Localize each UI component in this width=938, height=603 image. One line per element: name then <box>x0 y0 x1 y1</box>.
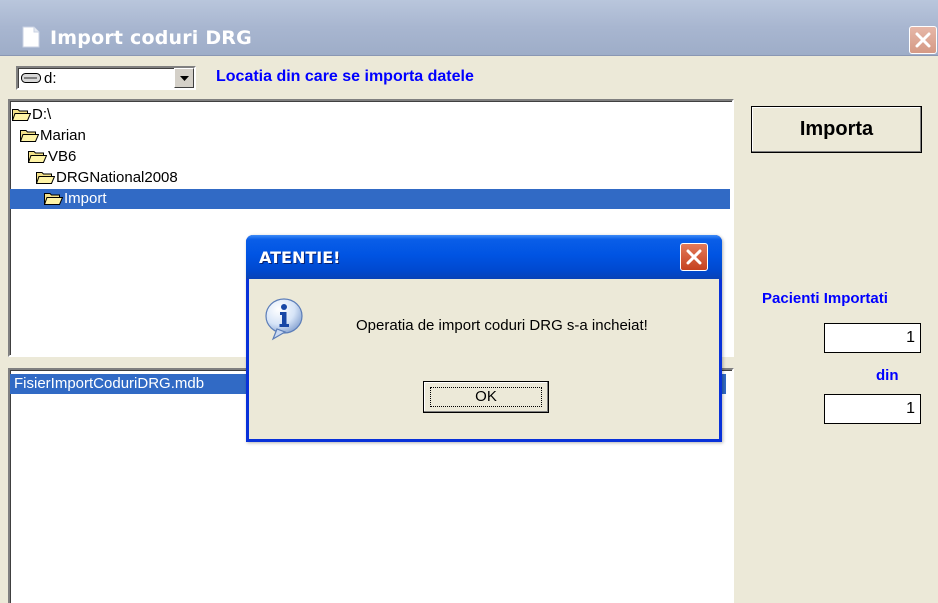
location-label: Locatia din care se importa datele <box>216 68 474 85</box>
window-titlebar[interactable]: Import coduri DRG <box>0 0 938 56</box>
patients-total-field[interactable]: 1 <box>824 394 921 424</box>
message-dialog: ATENTIE! Operatia de import coduri DRG s… <box>246 235 722 442</box>
dialog-titlebar[interactable]: ATENTIE! <box>246 235 722 279</box>
import-button[interactable]: Importa <box>751 106 922 153</box>
directory-item-selected[interactable]: Import <box>10 189 730 209</box>
directory-name: D:\ <box>32 106 52 123</box>
chevron-down-icon <box>180 76 189 81</box>
patients-imported-field[interactable]: 1 <box>824 323 921 353</box>
drive-select[interactable]: d: <box>16 66 196 90</box>
directory-name: Marian <box>40 127 86 144</box>
info-icon <box>265 298 303 341</box>
directory-name: DRGNational2008 <box>56 169 178 186</box>
of-label: din <box>876 367 899 384</box>
folder-open-icon <box>44 193 63 205</box>
folder-open-icon <box>20 130 39 142</box>
patients-imported-label: Pacienti Importati <box>762 290 888 307</box>
dialog-close-button[interactable] <box>680 243 708 271</box>
ok-button-label: OK <box>430 387 542 407</box>
drive-icon <box>21 73 41 83</box>
close-icon <box>686 249 702 265</box>
dialog-title: ATENTIE! <box>259 248 341 267</box>
drive-dropdown-button[interactable] <box>174 68 194 88</box>
window-close-button[interactable] <box>909 26 937 54</box>
dialog-message: Operatia de import coduri DRG s-a inchei… <box>356 317 648 334</box>
ok-button[interactable]: OK <box>423 381 549 413</box>
document-icon <box>22 26 40 48</box>
close-icon <box>915 32 931 48</box>
window-title: Import coduri DRG <box>50 27 252 49</box>
folder-open-icon <box>36 172 55 184</box>
directory-name: VB6 <box>48 148 77 165</box>
folder-open-icon <box>12 109 31 121</box>
folder-open-icon <box>28 151 47 163</box>
drive-value: d: <box>44 70 57 87</box>
directory-name: Import <box>64 190 107 207</box>
